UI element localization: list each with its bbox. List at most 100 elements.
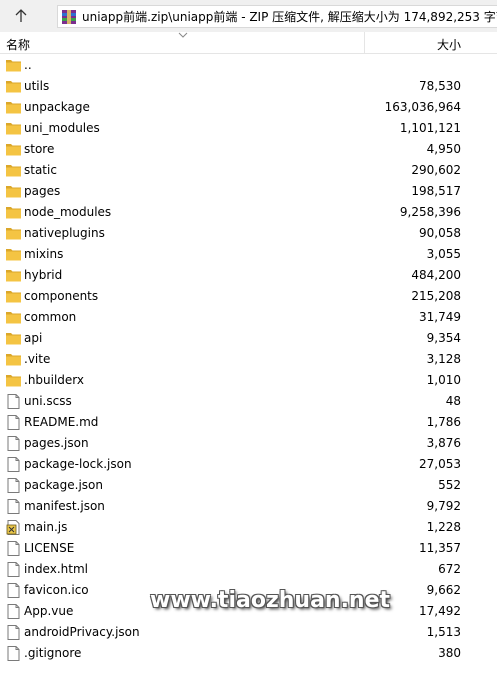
file-row[interactable]: pages 198,517 [0, 181, 497, 202]
file-row[interactable]: components 215,208 [0, 286, 497, 307]
file-row[interactable]: uni_modules 1,101,121 [0, 118, 497, 139]
file-size: 9,258,396 [399, 205, 461, 219]
folder-icon [5, 372, 22, 389]
file-icon [5, 414, 22, 431]
file-size: 290,602 [411, 163, 461, 177]
file-icon [5, 435, 22, 452]
folder-icon [5, 204, 22, 221]
file-name: main.js [24, 520, 68, 534]
toolbar: uniapp前端.zip\uniapp前端 - ZIP 压缩文件, 解压缩大小为… [0, 0, 497, 32]
winrar-archive-icon [62, 10, 76, 24]
address-bar[interactable]: uniapp前端.zip\uniapp前端 - ZIP 压缩文件, 解压缩大小为… [57, 5, 497, 28]
file-row[interactable]: unpackage 163,036,964 [0, 97, 497, 118]
file-row[interactable]: main.js 1,228 [0, 517, 497, 538]
file-row[interactable]: node_modules 9,258,396 [0, 202, 497, 223]
file-size: 78,530 [419, 79, 461, 93]
column-size-header[interactable]: 大小 [437, 36, 461, 53]
archive-path: uniapp前端.zip\uniapp前端 - ZIP 压缩文件, 解压缩大小为… [82, 10, 497, 24]
file-row[interactable]: index.html 672 [0, 559, 497, 580]
file-row[interactable]: LICENSE 11,357 [0, 538, 497, 559]
file-row[interactable]: README.md 1,786 [0, 412, 497, 433]
file-size: 9,354 [426, 331, 461, 345]
file-size: 27,053 [419, 457, 461, 471]
file-size: 31,749 [419, 310, 461, 324]
file-name: components [24, 289, 99, 303]
file-row[interactable]: utils 78,530 [0, 76, 497, 97]
file-icon [5, 645, 22, 662]
watermark-text: www.tiaozhuan.net [150, 588, 391, 613]
file-size: 1,513 [426, 625, 461, 639]
file-icon [5, 477, 22, 494]
file-name: common [24, 310, 77, 324]
file-row[interactable]: api 9,354 [0, 328, 497, 349]
folder-icon [5, 57, 22, 74]
file-name: README.md [24, 415, 99, 429]
file-size: 1,786 [426, 415, 461, 429]
file-size: 17,492 [419, 604, 461, 618]
file-name: uni_modules [24, 121, 100, 135]
file-size: 9,662 [426, 583, 461, 597]
file-row[interactable]: nativeplugins 90,058 [0, 223, 497, 244]
file-icon [5, 624, 22, 641]
file-name: index.html [24, 562, 88, 576]
file-row[interactable]: static 290,602 [0, 160, 497, 181]
file-row[interactable]: .vite 3,128 [0, 349, 497, 370]
file-row[interactable]: pages.json 3,876 [0, 433, 497, 454]
file-size: 48 [445, 394, 461, 408]
column-name-header[interactable]: 名称 [6, 36, 30, 53]
file-name: mixins [24, 247, 64, 261]
file-name: store [24, 142, 55, 156]
file-row[interactable]: package.json 552 [0, 475, 497, 496]
column-divider[interactable] [364, 32, 365, 54]
file-row[interactable]: manifest.json 9,792 [0, 496, 497, 517]
file-size: 3,055 [426, 247, 461, 261]
file-row[interactable]: store 4,950 [0, 139, 497, 160]
file-name: .gitignore [24, 646, 82, 660]
file-name: .. [24, 58, 32, 72]
file-row[interactable]: hybrid 484,200 [0, 265, 497, 286]
file-size: 163,036,964 [384, 100, 461, 114]
folder-icon [5, 141, 22, 158]
file-row[interactable]: androidPrivacy.json 1,513 [0, 622, 497, 643]
column-header: 名称 大小 [0, 32, 497, 54]
file-icon [5, 582, 22, 599]
file-name: App.vue [24, 604, 74, 618]
file-row[interactable]: common 31,749 [0, 307, 497, 328]
file-name: hybrid [24, 268, 63, 282]
file-name: LICENSE [24, 541, 75, 555]
file-row[interactable]: .gitignore 380 [0, 643, 497, 664]
file-row[interactable]: mixins 3,055 [0, 244, 497, 265]
file-name: manifest.json [24, 499, 105, 513]
script-file-icon [5, 519, 22, 536]
file-size: 9,792 [426, 499, 461, 513]
file-icon [5, 456, 22, 473]
file-size: 3,128 [426, 352, 461, 366]
file-row[interactable]: .hbuilderx 1,010 [0, 370, 497, 391]
up-button[interactable] [6, 4, 36, 28]
file-name: nativeplugins [24, 226, 105, 240]
file-icon [5, 498, 22, 515]
file-size: 552 [438, 478, 461, 492]
file-size: 380 [438, 646, 461, 660]
file-icon [5, 603, 22, 620]
up-arrow-icon [15, 9, 27, 22]
chevron-down-icon [178, 32, 188, 38]
file-name: androidPrivacy.json [24, 625, 140, 639]
file-row[interactable]: uni.scss 48 [0, 391, 497, 412]
folder-icon [5, 99, 22, 116]
file-name: api [24, 331, 43, 345]
file-size: 198,517 [411, 184, 461, 198]
file-name: .hbuilderx [24, 373, 85, 387]
file-size: 672 [438, 562, 461, 576]
file-size: 4,950 [426, 142, 461, 156]
file-list: .. utils 78,530 unpackage 163,036,964 uni_… [0, 55, 497, 664]
file-icon [5, 393, 22, 410]
file-row[interactable]: package-lock.json 27,053 [0, 454, 497, 475]
file-name: utils [24, 79, 50, 93]
file-size: 1,010 [426, 373, 461, 387]
folder-icon [5, 351, 22, 368]
folder-icon [5, 183, 22, 200]
file-name: favicon.ico [24, 583, 89, 597]
file-icon [5, 561, 22, 578]
file-row[interactable]: .. [0, 55, 497, 76]
